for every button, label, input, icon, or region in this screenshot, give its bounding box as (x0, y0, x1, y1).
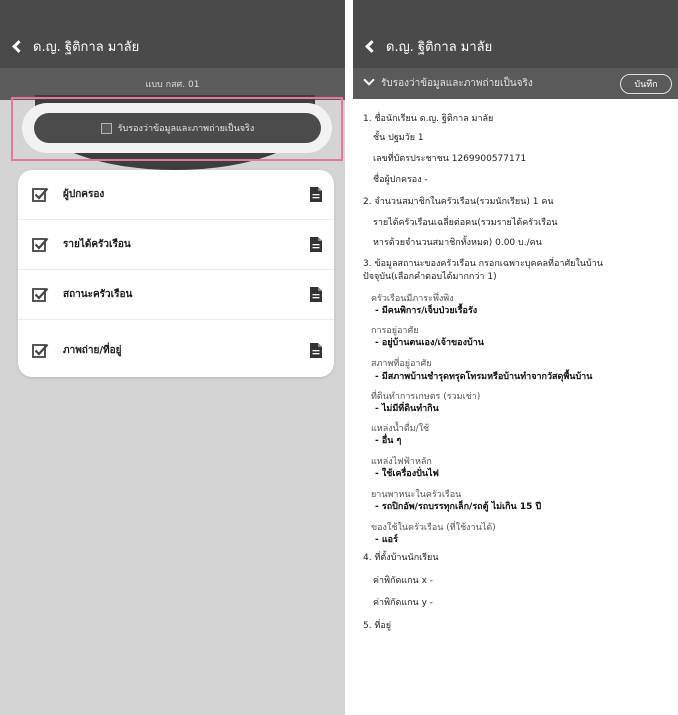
document-icon[interactable] (310, 237, 322, 252)
document-icon[interactable] (310, 187, 322, 202)
menu-item-household-income[interactable]: รายได้ครัวเรือน (18, 220, 334, 270)
household-members-line: 2. จำนวนสมาชิกในครัวเรือน(รวมนักเรียน) 1… (363, 197, 554, 207)
housing-condition-value: - มีสภาพบ้านชำรุดทรุดโทรมหรือบ้านทำจากวั… (375, 372, 593, 382)
section-title: รับรองว่าข้อมูลและภาพถ่ายเป็นจริง (381, 78, 533, 89)
menu-item-label: รายได้ครัวเรือน (63, 239, 131, 250)
checkbox-checked-icon[interactable] (32, 237, 49, 252)
menu-item-label: ภาพถ่าย/ที่อยู่ (63, 344, 122, 356)
top-bar (353, 0, 678, 68)
residence-value: - อยู่บ้านตนเอง/เจ้าของบ้าน (375, 338, 484, 348)
menu-item-label: สถานะครัวเรือน (63, 289, 133, 300)
id-card-line: เลขที่บัตรประชาชน 1269900577171 (373, 154, 527, 164)
menu-item-photo-address[interactable]: ภาพถ่าย/ที่อยู่ (18, 325, 334, 375)
chevron-left-icon (365, 40, 378, 53)
home-location-heading: 4. ที่ตั้งบ้านนักเรียน (363, 553, 439, 563)
chevron-left-icon (12, 40, 25, 53)
left-screen: ด.ญ. ฐิติกาล มาลัย แบบ กสศ. 01 รับรองว่า… (0, 0, 345, 715)
electricity-value: - ใช้เครื่องปั่นไฟ (375, 469, 439, 479)
document-icon[interactable] (310, 287, 322, 302)
certify-label: รับรองว่าข้อมูลและภาพถ่ายเป็นจริง (117, 124, 255, 134)
menu-item-guardian[interactable]: ผู้ปกครอง (18, 170, 334, 220)
student-name-title: ด.ญ. ฐิติกาล มาลัย (33, 40, 140, 55)
dependency-value: - มีคนพิการ/เจ็บป่วยเรื้อรัง (375, 306, 478, 316)
household-status-note: ปัจจุบัน(เลือกคำตอบได้มากกว่า 1) (363, 272, 497, 282)
address-heading: 5. ที่อยู่ (363, 621, 392, 631)
coord-y-line: ค่าพิกัดแกน y - (373, 598, 433, 608)
appliances-value: - แอร์ (375, 535, 398, 545)
form-sections-card: ผู้ปกครอง รายได้ครัวเรือน สถานะครัวเรือน… (18, 170, 334, 377)
water-source-value: - อื่น ๆ (375, 436, 402, 446)
household-status-heading: 3. ข้อมูลสถานะของครัวเรือน กรอกเฉพาะบุคค… (363, 259, 603, 269)
back-button[interactable]: ด.ญ. ฐิติกาล มาลัย (12, 36, 140, 57)
checkbox-checked-icon[interactable] (32, 287, 49, 302)
back-button[interactable]: ด.ญ. ฐิติกาล มาลัย (365, 36, 493, 57)
menu-item-household-status[interactable]: สถานะครัวเรือน (18, 270, 334, 320)
certify-section-bar[interactable]: รับรองว่าข้อมูลและภาพถ่ายเป็นจริง บันทึก (353, 68, 678, 99)
empty-checkbox-icon[interactable] (100, 122, 112, 134)
guardian-name-line: ชื่อผู้ปกครอง - (373, 175, 428, 185)
right-screen: ด.ญ. ฐิติกาล มาลัย รับรองว่าข้อมูลและภาพ… (353, 0, 678, 715)
menu-item-label: ผู้ปกครอง (63, 189, 105, 200)
checkbox-checked-icon[interactable] (32, 187, 49, 202)
avg-income-line: รายได้ครัวเรือนเฉลี่ยต่อคน(รวมรายได้ครัว… (373, 218, 558, 228)
certify-checkbox-button[interactable]: รับรองว่าข้อมูลและภาพถ่ายเป็นจริง (34, 113, 321, 143)
avg-income-value-line: หารด้วยจำนวนสมาชิกทั้งหมด) 0.00 บ./คน (373, 238, 542, 248)
coord-x-line: ค่าพิกัดแกน x - (373, 576, 433, 586)
top-bar (0, 0, 345, 68)
chevron-down-icon[interactable] (363, 74, 375, 86)
student-name-title: ด.ญ. ฐิติกาล มาลัย (386, 40, 493, 55)
save-button[interactable]: บันทึก (620, 74, 672, 94)
document-icon[interactable] (310, 342, 322, 358)
checkbox-checked-icon[interactable] (32, 343, 49, 358)
vehicle-value: - รถปิกอัพ/รถบรรทุกเล็ก/รถตู้ ไม่เกิน 15… (375, 502, 542, 512)
farmland-value: - ไม่มีที่ดินทำกิน (375, 404, 439, 414)
housing-condition-label: สภาพที่อยู่อาศัย (371, 359, 432, 369)
student-name-line: 1. ชื่อนักเรียน ด.ญ. ฐิติกาล มาลัย (363, 114, 494, 124)
grade-line: ชั้น ปฐมวัย 1 (373, 133, 424, 143)
